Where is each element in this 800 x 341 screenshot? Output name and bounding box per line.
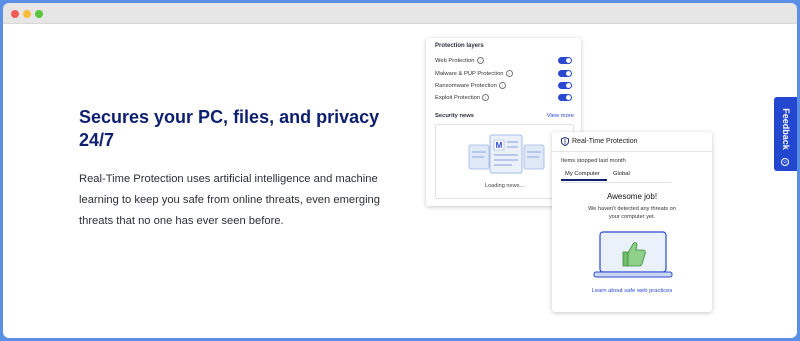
info-icon[interactable]: i	[482, 94, 490, 101]
protection-layers-title: Protection layers	[435, 43, 484, 49]
layer-label: Web Protection	[435, 58, 475, 65]
layer-row-ransomware: Ransomware Protection i	[435, 81, 575, 91]
realtime-protection-card: Real-Time Protection Items stopped last …	[552, 132, 712, 312]
layer-row-exploit: Exploit Protection i	[435, 93, 575, 103]
view-more-link[interactable]: View more	[547, 113, 574, 119]
info-icon[interactable]: i	[476, 57, 484, 64]
info-icon[interactable]: i	[498, 82, 506, 89]
layer-row-web: Web Protection i	[435, 56, 575, 66]
realtime-card-title: Real-Time Protection	[572, 138, 638, 145]
maximize-dot-icon[interactable]	[35, 10, 43, 18]
hero-description: Real-Time Protection uses artificial int…	[79, 173, 380, 227]
minimize-dot-icon[interactable]	[23, 10, 31, 18]
ransomware-protection-toggle[interactable]	[558, 82, 572, 89]
feedback-tab[interactable]: Feedback ☺	[774, 97, 797, 171]
security-news-label: Security news	[435, 113, 474, 119]
tab-bar: My Computer Global	[561, 169, 671, 183]
tab-my-computer[interactable]: My Computer	[561, 171, 607, 181]
no-threats-message: We haven't detected any threats on your …	[588, 206, 676, 220]
info-icon[interactable]: i	[505, 70, 513, 77]
layer-label: Ransomware Protection	[435, 83, 497, 90]
laptop-thumbs-up-icon	[593, 231, 673, 278]
realtime-card-header: Real-Time Protection	[552, 132, 712, 152]
items-stopped-label: Items stopped last month	[561, 158, 626, 164]
exploit-protection-toggle[interactable]	[558, 94, 572, 101]
layer-label: Exploit Protection	[435, 95, 481, 102]
close-dot-icon[interactable]	[11, 10, 19, 18]
title-bar	[3, 3, 797, 24]
awesome-job-title: Awesome job!	[606, 192, 658, 201]
layer-row-malware: Malware & PUP Protection i	[435, 69, 575, 79]
svg-text:M: M	[496, 141, 503, 150]
shield-icon	[561, 137, 569, 146]
browser-window: Secures your PC, files, and privacy 24/7…	[3, 3, 797, 338]
smile-icon: ☺	[781, 158, 789, 166]
feedback-label: Feedback	[781, 108, 791, 150]
learn-safe-web-link[interactable]: Learn about safe web practices	[552, 288, 712, 294]
malware-protection-toggle[interactable]	[558, 70, 572, 77]
hero-headline: Secures your PC, files, and privacy 24/7	[79, 107, 380, 150]
tab-global[interactable]: Global	[613, 171, 630, 177]
news-illustration-icon: M	[468, 134, 545, 174]
layer-label: Malware & PUP Protection	[435, 71, 504, 78]
web-protection-toggle[interactable]	[558, 57, 572, 64]
